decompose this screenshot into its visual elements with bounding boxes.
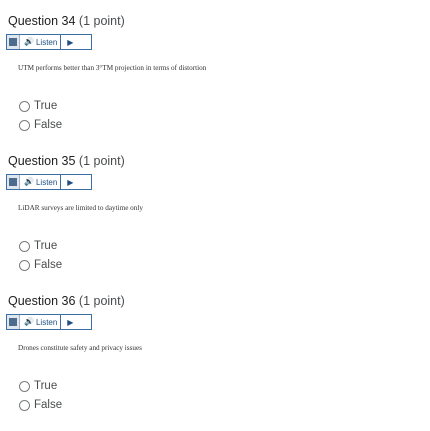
option-label: False <box>34 119 63 131</box>
listen-button[interactable]: 🔊 Listen <box>20 35 62 49</box>
question-text: UTM performs better than 3°TM projection… <box>18 64 207 72</box>
option-false[interactable]: False <box>19 259 62 271</box>
question-title: Question 36 (1 point) <box>8 294 125 308</box>
speaker-icon: 🔊 <box>24 177 34 186</box>
question-points: (1 point) <box>78 294 125 308</box>
option-label: True <box>34 240 58 252</box>
readspeaker-toolbar: 🔊 Listen ▶ <box>6 34 92 50</box>
question-points: (1 point) <box>78 154 125 168</box>
readspeaker-logo-icon <box>7 175 20 189</box>
question-title: Question 35 (1 point) <box>8 154 125 168</box>
option-label: True <box>34 100 58 112</box>
play-button[interactable]: ▶ <box>61 175 79 189</box>
question-title: Question 34 (1 point) <box>8 14 125 28</box>
option-false[interactable]: False <box>19 399 62 411</box>
question-text: LiDAR surveys are limited to daytime onl… <box>18 204 143 212</box>
option-true[interactable]: True <box>19 100 57 112</box>
speaker-icon: 🔊 <box>24 317 34 326</box>
question-36: Question 36 (1 point) 🔊 Listen ▶ Drones … <box>0 294 430 424</box>
speaker-icon: 🔊 <box>24 37 34 46</box>
question-35: Question 35 (1 point) 🔊 Listen ▶ LiDAR s… <box>0 154 430 284</box>
option-label: False <box>34 259 63 271</box>
readspeaker-logo-icon <box>7 315 20 329</box>
play-button[interactable]: ▶ <box>61 315 79 329</box>
option-true[interactable]: True <box>19 380 57 392</box>
listen-button[interactable]: 🔊 Listen <box>20 175 62 189</box>
readspeaker-logo-icon <box>7 35 20 49</box>
question-number: Question 36 <box>8 294 76 308</box>
radio-button[interactable] <box>19 380 30 392</box>
play-icon: ▶ <box>67 317 74 327</box>
question-text: Drones constitute safety and privacy iss… <box>18 344 142 352</box>
radio-button[interactable] <box>19 240 30 252</box>
listen-button[interactable]: 🔊 Listen <box>20 315 62 329</box>
option-label: True <box>34 380 58 392</box>
play-icon: ▶ <box>67 37 74 47</box>
readspeaker-toolbar: 🔊 Listen ▶ <box>6 314 92 330</box>
listen-label: Listen <box>35 317 58 327</box>
listen-label: Listen <box>35 177 58 187</box>
play-icon: ▶ <box>67 177 74 187</box>
question-number: Question 35 <box>8 154 76 168</box>
option-true[interactable]: True <box>19 240 57 252</box>
question-points: (1 point) <box>78 14 125 28</box>
radio-button[interactable] <box>19 100 30 112</box>
question-number: Question 34 <box>8 14 76 28</box>
question-34: Question 34 (1 point) 🔊 Listen ▶ UTM per… <box>0 14 430 144</box>
listen-label: Listen <box>35 37 58 47</box>
readspeaker-toolbar: 🔊 Listen ▶ <box>6 174 92 190</box>
radio-button[interactable] <box>19 119 30 131</box>
radio-button[interactable] <box>19 259 30 271</box>
radio-button[interactable] <box>19 399 30 411</box>
play-button[interactable]: ▶ <box>61 35 79 49</box>
option-label: False <box>34 399 63 411</box>
option-false[interactable]: False <box>19 119 62 131</box>
